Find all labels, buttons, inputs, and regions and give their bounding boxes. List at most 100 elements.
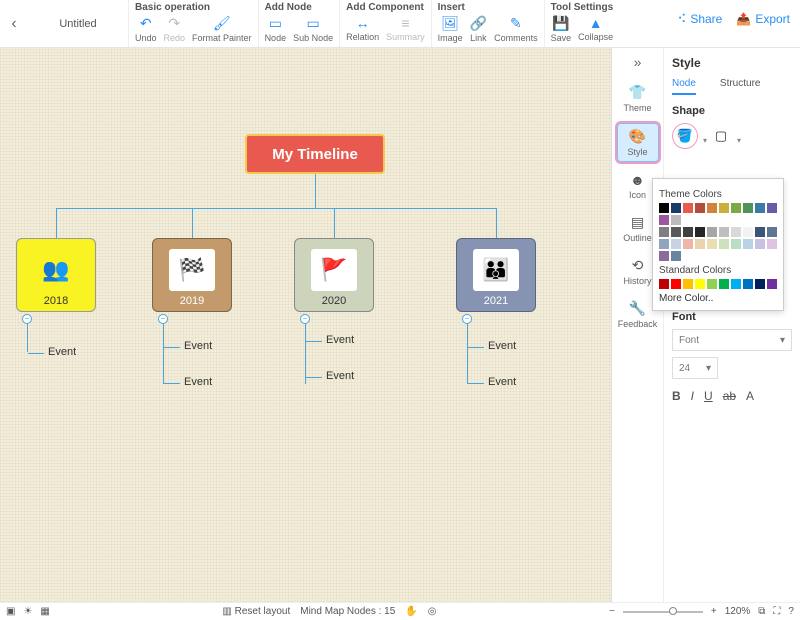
save-button[interactable]: 💾Save	[551, 15, 572, 43]
fullscreen-icon[interactable]: ⛶	[773, 606, 780, 617]
year-node-2018[interactable]: 👥 2018	[16, 238, 96, 312]
target-icon[interactable]: ◎	[428, 606, 437, 617]
format-painter-button[interactable]: 🖌Format Painter	[192, 15, 252, 43]
image-button[interactable]: 🖼Image	[438, 15, 463, 43]
sub-node-button[interactable]: ▭Sub Node	[293, 15, 333, 43]
color-swatch[interactable]	[731, 203, 741, 213]
grid-icon[interactable]: ▦	[40, 606, 49, 617]
collapse-button[interactable]: ▲Collapse	[578, 15, 613, 43]
fit-icon[interactable]: ⧉	[758, 606, 765, 617]
panel-collapse-button[interactable]: »	[634, 54, 642, 70]
color-swatch[interactable]	[731, 239, 741, 249]
zoom-level[interactable]: 120%	[725, 606, 751, 617]
theme-toggle-icon[interactable]: ▣	[6, 606, 15, 617]
root-node[interactable]: My Timeline	[245, 134, 385, 174]
color-swatch[interactable]	[671, 251, 681, 261]
color-swatch[interactable]	[659, 239, 669, 249]
color-swatch[interactable]	[659, 279, 669, 289]
color-swatch[interactable]	[743, 279, 753, 289]
color-swatch[interactable]	[755, 279, 765, 289]
color-swatch[interactable]	[719, 227, 729, 237]
color-swatch[interactable]	[671, 227, 681, 237]
comments-button[interactable]: ✎Comments	[494, 15, 538, 43]
color-swatch[interactable]	[659, 251, 669, 261]
export-button[interactable]: 📤Export	[736, 12, 790, 26]
zoom-in-button[interactable]: +	[711, 606, 717, 617]
zoom-out-button[interactable]: −	[609, 606, 615, 617]
undo-button[interactable]: ↶Undo	[135, 15, 157, 43]
color-swatch[interactable]	[767, 279, 777, 289]
color-swatch[interactable]	[659, 203, 669, 213]
color-swatch[interactable]	[683, 239, 693, 249]
color-swatch[interactable]	[695, 239, 705, 249]
color-swatch[interactable]	[743, 227, 753, 237]
collapse-toggle[interactable]: −	[300, 314, 310, 324]
event-node[interactable]: Event	[488, 376, 516, 388]
canvas[interactable]: My Timeline 👥 2018 🏁 2019 🚩 2020 👪 2021 …	[0, 48, 612, 602]
color-swatch[interactable]	[683, 227, 693, 237]
color-swatch[interactable]	[671, 279, 681, 289]
color-swatch[interactable]	[683, 203, 693, 213]
link-button[interactable]: 🔗Link	[470, 15, 487, 43]
color-swatch[interactable]	[671, 203, 681, 213]
color-swatch[interactable]	[767, 239, 777, 249]
color-swatch[interactable]	[755, 203, 765, 213]
font-size-select[interactable]: 24▾	[672, 357, 718, 379]
rail-theme[interactable]: 👕Theme	[617, 80, 659, 117]
color-swatch[interactable]	[767, 227, 777, 237]
back-button[interactable]: ‹	[0, 0, 28, 47]
event-node[interactable]: Event	[326, 370, 354, 382]
collapse-toggle[interactable]: −	[22, 314, 32, 324]
color-swatch[interactable]	[719, 203, 729, 213]
color-swatch[interactable]	[755, 239, 765, 249]
event-node[interactable]: Event	[488, 340, 516, 352]
color-swatch[interactable]	[683, 279, 693, 289]
color-swatch[interactable]	[707, 227, 717, 237]
color-swatch[interactable]	[719, 239, 729, 249]
strike-button[interactable]: ab	[723, 389, 736, 403]
help-icon[interactable]: ?	[788, 606, 794, 617]
font-color-button[interactable]: A	[746, 389, 754, 403]
color-swatch[interactable]	[671, 215, 681, 225]
tab-structure[interactable]: Structure	[720, 78, 761, 95]
hand-icon[interactable]: ✋	[405, 606, 417, 617]
color-swatch[interactable]	[743, 239, 753, 249]
event-node[interactable]: Event	[326, 334, 354, 346]
italic-button[interactable]: I	[691, 389, 694, 403]
color-swatch[interactable]	[707, 203, 717, 213]
color-swatch[interactable]	[695, 203, 705, 213]
zoom-thumb[interactable]	[669, 607, 677, 615]
node-button[interactable]: ▭Node	[265, 15, 287, 43]
color-swatch[interactable]	[707, 279, 717, 289]
relation-button[interactable]: ↔Relation	[346, 15, 379, 42]
color-swatch[interactable]	[659, 215, 669, 225]
color-swatch[interactable]	[707, 239, 717, 249]
document-title[interactable]: Untitled	[28, 0, 128, 47]
year-node-2021[interactable]: 👪 2021	[456, 238, 536, 312]
color-swatch[interactable]	[767, 203, 777, 213]
color-swatch[interactable]	[671, 239, 681, 249]
color-swatch[interactable]	[731, 227, 741, 237]
reset-layout-button[interactable]: ▥ Reset layout	[222, 606, 290, 617]
fill-color-button[interactable]: 🪣	[672, 123, 698, 149]
border-color-button[interactable]: ▢	[710, 125, 732, 147]
color-swatch[interactable]	[719, 279, 729, 289]
zoom-slider[interactable]	[623, 611, 703, 613]
bold-button[interactable]: B	[672, 389, 681, 403]
font-family-select[interactable]: Font▾	[672, 329, 792, 351]
collapse-toggle[interactable]: −	[158, 314, 168, 324]
color-swatch[interactable]	[743, 203, 753, 213]
tab-node[interactable]: Node	[672, 78, 696, 95]
underline-button[interactable]: U	[704, 389, 713, 403]
share-button[interactable]: ⠪Share	[678, 12, 723, 26]
rail-style[interactable]: 🎨Style	[617, 123, 659, 162]
color-swatch[interactable]	[695, 227, 705, 237]
color-swatch[interactable]	[755, 227, 765, 237]
color-swatch[interactable]	[659, 227, 669, 237]
year-node-2020[interactable]: 🚩 2020	[294, 238, 374, 312]
more-color-button[interactable]: More Color..	[659, 293, 777, 304]
year-node-2019[interactable]: 🏁 2019	[152, 238, 232, 312]
event-node[interactable]: Event	[184, 376, 212, 388]
collapse-toggle[interactable]: −	[462, 314, 472, 324]
summary-button[interactable]: ≡Summary	[386, 15, 425, 42]
